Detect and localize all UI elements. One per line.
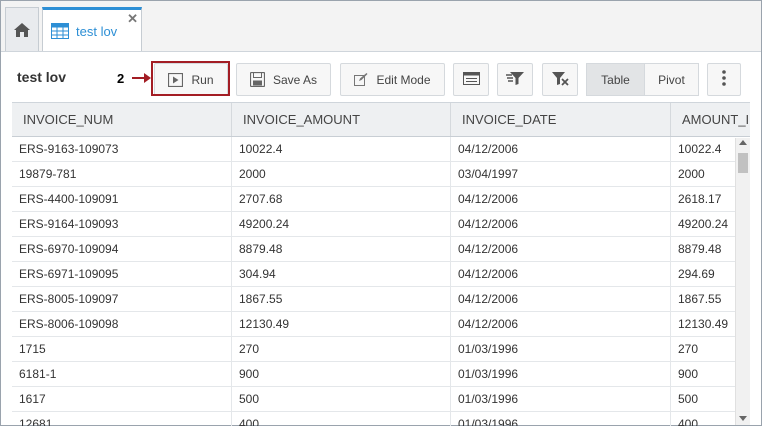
clear-filter-icon: [551, 71, 569, 89]
table-cell: 1617: [12, 387, 232, 411]
filter-icon: [505, 71, 525, 89]
table-cell: 01/03/1996: [451, 362, 671, 386]
tab-label: test lov: [76, 24, 118, 39]
table-row[interactable]: ERS-9163-109073 10022.4 04/12/2006 10022.4: [12, 137, 750, 162]
table-cell: ERS-8005-109097: [12, 287, 232, 311]
tab-strip: test lov ✕: [1, 1, 761, 52]
table-row[interactable]: 1617 500 01/03/1996 500: [12, 387, 750, 412]
table-cell: 304.94: [232, 262, 451, 286]
table-row[interactable]: 12681 400 01/03/1996 400: [12, 412, 750, 426]
table-cell: 900: [232, 362, 451, 386]
table-cell: 400: [232, 412, 451, 426]
table-row[interactable]: ERS-9164-109093 49200.24 04/12/2006 49200.2…: [12, 212, 750, 237]
column-header[interactable]: INVOICE_NUM: [12, 103, 232, 136]
callout-arrow-icon: [132, 73, 151, 83]
table-cell: 500: [232, 387, 451, 411]
list-view-icon: [462, 71, 480, 88]
close-icon[interactable]: ✕: [127, 11, 138, 27]
table-row[interactable]: 19879-781 2000 03/04/1997 2000: [12, 162, 750, 187]
save-as-label: Save As: [272, 72, 318, 87]
table-cell: 49200.24: [232, 212, 451, 236]
scroll-thumb[interactable]: [738, 153, 748, 173]
floppy-disk-icon: [249, 72, 265, 87]
table-cell: 04/12/2006: [451, 287, 671, 311]
table-cell: 04/12/2006: [451, 212, 671, 236]
table-cell: 12681: [12, 412, 232, 426]
table-cell: 04/12/2006: [451, 237, 671, 261]
table-cell: ERS-6971-109095: [12, 262, 232, 286]
tab-test-lov[interactable]: test lov ✕: [42, 7, 142, 51]
edit-mode-label: Edit Mode: [376, 72, 431, 87]
table-cell: 1867.55: [232, 287, 451, 311]
table-cell: 04/12/2006: [451, 187, 671, 211]
columns-button[interactable]: [453, 63, 489, 96]
table-report-icon: [51, 23, 69, 44]
vertical-scrollbar[interactable]: [735, 138, 750, 425]
table-row[interactable]: ERS-6971-109095 304.94 04/12/2006 294.69: [12, 262, 750, 287]
edit-mode-button[interactable]: Edit Mode: [340, 63, 445, 96]
scroll-down-arrow-icon[interactable]: [739, 416, 747, 421]
table-cell: 01/03/1996: [451, 412, 671, 426]
table-row[interactable]: ERS-6970-109094 8879.48 04/12/2006 8879.48: [12, 237, 750, 262]
save-as-button[interactable]: Save As: [236, 63, 331, 96]
table-cell: 6181-1: [12, 362, 232, 386]
data-table: INVOICE_NUM INVOICE_AMOUNT INVOICE_DATE …: [12, 102, 750, 426]
table-cell: ERS-9164-109093: [12, 212, 232, 236]
table-cell: 19879-781: [12, 162, 232, 186]
table-cell: ERS-6970-109094: [12, 237, 232, 261]
home-icon: [14, 22, 30, 37]
table-cell: 03/04/1997: [451, 162, 671, 186]
home-tab[interactable]: [5, 7, 39, 51]
clear-filter-button[interactable]: [542, 63, 578, 96]
vertical-ellipsis-icon: [722, 70, 726, 89]
table-body: ERS-9163-109073 10022.4 04/12/2006 10022.4 1…: [12, 137, 750, 426]
table-cell: 8879.48: [232, 237, 451, 261]
table-cell: 01/03/1996: [451, 387, 671, 411]
pivot-view-toggle[interactable]: Pivot: [644, 64, 698, 95]
app-frame: test lov ✕ test lov 2 Run Save As Edit M…: [0, 0, 762, 426]
run-button-highlight: [151, 61, 230, 96]
table-cell: 12130.49: [232, 312, 451, 336]
table-row[interactable]: ERS-4400-109091 2707.68 04/12/2006 2618.17: [12, 187, 750, 212]
table-row[interactable]: 6181-1 900 01/03/1996 900: [12, 362, 750, 387]
pencil-icon: [354, 73, 368, 86]
more-options-button[interactable]: [707, 63, 741, 96]
table-cell: 04/12/2006: [451, 137, 671, 161]
table-cell: ERS-9163-109073: [12, 137, 232, 161]
view-toggle: Table Pivot: [586, 63, 699, 96]
table-cell: ERS-8006-109098: [12, 312, 232, 336]
column-header[interactable]: INVOICE_DATE: [451, 103, 671, 136]
table-row[interactable]: ERS-8005-109097 1867.55 04/12/2006 1867.55: [12, 287, 750, 312]
table-cell: 01/03/1996: [451, 337, 671, 361]
table-row[interactable]: ERS-8006-109098 12130.49 04/12/2006 12130.4…: [12, 312, 750, 337]
table-cell: 1715: [12, 337, 232, 361]
table-cell: 10022.4: [232, 137, 451, 161]
table-cell: 04/12/2006: [451, 312, 671, 336]
table-cell: 04/12/2006: [451, 262, 671, 286]
table-header: INVOICE_NUM INVOICE_AMOUNT INVOICE_DATE …: [12, 103, 750, 137]
column-header[interactable]: INVOICE_AMOUNT: [232, 103, 451, 136]
report-title: test lov: [17, 69, 67, 85]
scroll-up-arrow-icon[interactable]: [739, 140, 747, 145]
filter-button[interactable]: [497, 63, 533, 96]
step-number-callout: 2: [117, 71, 125, 86]
table-cell: 2707.68: [232, 187, 451, 211]
table-row[interactable]: 1715 270 01/03/1996 270: [12, 337, 750, 362]
table-cell: 2000: [232, 162, 451, 186]
column-header[interactable]: AMOUNT_I: [671, 103, 750, 136]
table-view-toggle[interactable]: Table: [587, 64, 645, 95]
table-cell: ERS-4400-109091: [12, 187, 232, 211]
table-cell: 270: [232, 337, 451, 361]
